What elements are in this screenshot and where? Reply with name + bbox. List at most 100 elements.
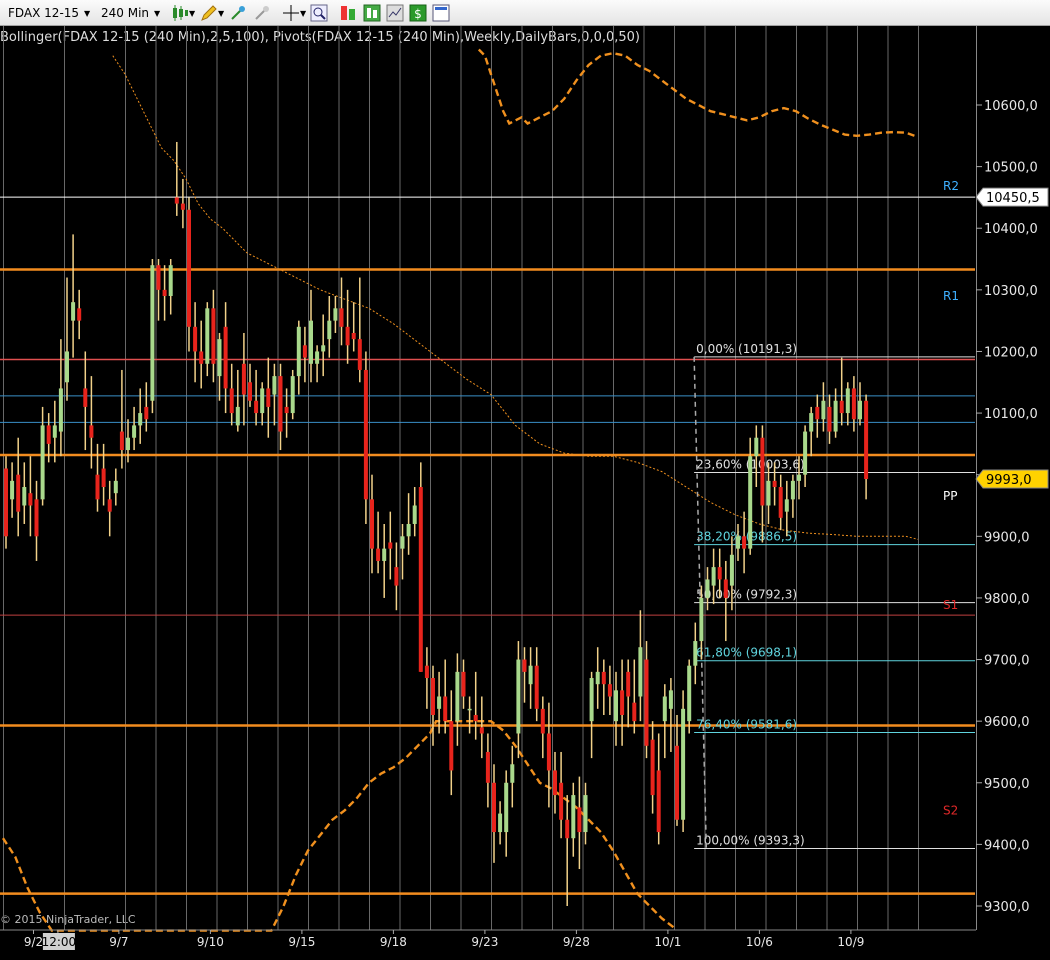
candle-body bbox=[815, 406, 820, 420]
candle-body bbox=[473, 714, 478, 722]
candle-body bbox=[150, 265, 155, 401]
candle-body bbox=[485, 751, 490, 783]
candle-body bbox=[699, 597, 704, 642]
candle-body bbox=[10, 480, 15, 500]
candle-body bbox=[162, 289, 167, 297]
candle-body bbox=[65, 351, 69, 383]
candle-body bbox=[71, 302, 76, 321]
candle-body bbox=[95, 474, 100, 500]
candle-body bbox=[772, 480, 777, 488]
candle-body bbox=[760, 437, 765, 506]
candle-body bbox=[394, 567, 399, 586]
candle-body bbox=[400, 536, 405, 549]
time-label: 12:00 bbox=[42, 935, 77, 949]
candle-body bbox=[711, 567, 716, 586]
instrument-label: FDAX 12-15 bbox=[8, 6, 80, 20]
candle-body bbox=[742, 536, 747, 549]
bollinger-upper-band bbox=[477, 48, 919, 139]
fib-level-label: 0,00% (10191,3) bbox=[696, 342, 797, 356]
candle-body bbox=[681, 708, 686, 820]
candle-body bbox=[449, 721, 454, 771]
price-tick-label: 9800,0 bbox=[984, 592, 1030, 607]
candle-body bbox=[315, 351, 320, 364]
time-label: 9/7 bbox=[109, 935, 128, 949]
candle-body bbox=[559, 782, 564, 820]
candle-body bbox=[138, 413, 143, 426]
candle-body bbox=[534, 665, 539, 709]
candle-body bbox=[156, 265, 161, 290]
candle-body bbox=[266, 388, 271, 407]
candle-body bbox=[89, 425, 94, 438]
candle-body bbox=[492, 782, 496, 833]
fib-level-label: 38,20% (9886,5) bbox=[696, 530, 797, 544]
candle-body bbox=[851, 388, 856, 420]
price-tick-label: 9500,0 bbox=[984, 777, 1030, 792]
fib-level-label: 100,00% (9393,3) bbox=[696, 834, 805, 848]
drawing-pencil-icon[interactable] bbox=[200, 4, 218, 22]
candle-body bbox=[687, 665, 692, 722]
drawing-dropdown-icon[interactable]: ▼ bbox=[218, 4, 224, 24]
interval-selector[interactable]: 240 Min ▼ bbox=[101, 3, 160, 23]
candle-body bbox=[382, 548, 387, 561]
candle-body bbox=[327, 320, 332, 340]
crosshair-dropdown-icon[interactable]: ▼ bbox=[300, 4, 306, 24]
candle-body bbox=[675, 745, 679, 820]
time-label: 9/10 bbox=[197, 935, 224, 949]
dollar-icon[interactable]: $ bbox=[409, 4, 427, 22]
candle-body bbox=[668, 690, 673, 709]
candle-body bbox=[614, 690, 618, 722]
draw-tool-icon[interactable] bbox=[229, 4, 247, 22]
candle-body bbox=[516, 659, 521, 734]
zoom-icon[interactable] bbox=[310, 4, 328, 22]
candle-body bbox=[766, 480, 771, 506]
candle-body bbox=[626, 671, 631, 697]
remove-drawings-icon[interactable] bbox=[253, 4, 271, 22]
candle-body bbox=[437, 696, 442, 709]
candle-body bbox=[827, 406, 832, 432]
candle-body bbox=[553, 770, 557, 796]
candle-body bbox=[577, 807, 582, 833]
indicators-icon[interactable] bbox=[340, 4, 358, 22]
data-box-icon[interactable] bbox=[432, 4, 450, 22]
price-tick-label: 10600,0 bbox=[984, 99, 1038, 114]
candle-body bbox=[736, 536, 740, 549]
candle-body bbox=[333, 308, 338, 321]
time-label: 9/23 bbox=[471, 935, 498, 949]
bar-type-candlestick-icon[interactable] bbox=[171, 4, 189, 22]
candle-body bbox=[431, 678, 435, 715]
candle-body bbox=[113, 480, 118, 494]
price-tick-label: 10400,0 bbox=[984, 222, 1038, 237]
candle-body bbox=[809, 413, 814, 432]
candle-body bbox=[339, 308, 344, 327]
strategies-icon[interactable] bbox=[363, 4, 381, 22]
price-marker-label: 10450,5 bbox=[986, 191, 1040, 206]
pivot-label: S1 bbox=[943, 598, 958, 612]
candle-body bbox=[119, 431, 124, 451]
price-tick-label: 10100,0 bbox=[984, 407, 1038, 422]
fib-level-label: 50,00% (9792,3) bbox=[696, 588, 797, 602]
candle-body bbox=[248, 382, 252, 401]
candle-body bbox=[229, 388, 234, 414]
candle-body bbox=[803, 431, 808, 475]
candle-body bbox=[589, 678, 594, 722]
candle-body bbox=[418, 487, 423, 672]
instrument-selector[interactable]: FDAX 12-15 ▼ bbox=[8, 3, 90, 23]
candle-body bbox=[272, 376, 277, 395]
candle-body bbox=[565, 819, 570, 839]
crosshair-icon[interactable] bbox=[282, 4, 300, 22]
candle-body bbox=[290, 376, 295, 414]
candle-body bbox=[370, 499, 374, 549]
candle-body bbox=[821, 400, 826, 420]
price-tick-label: 9300,0 bbox=[984, 900, 1030, 915]
interval-label: 240 Min bbox=[101, 6, 150, 20]
candle-body bbox=[839, 400, 844, 414]
price-chart[interactable]: 0,00% (10191,3)23,60% (10003,6)38,20% (9… bbox=[0, 26, 1050, 960]
candle-body bbox=[583, 795, 588, 833]
candle-body bbox=[754, 437, 759, 457]
candle-body bbox=[424, 665, 429, 679]
candle-body bbox=[662, 696, 667, 722]
candle-body bbox=[729, 554, 734, 586]
chart-properties-icon[interactable] bbox=[386, 4, 404, 22]
candle-body bbox=[28, 493, 33, 506]
bar-type-dropdown-icon[interactable]: ▼ bbox=[189, 4, 195, 24]
